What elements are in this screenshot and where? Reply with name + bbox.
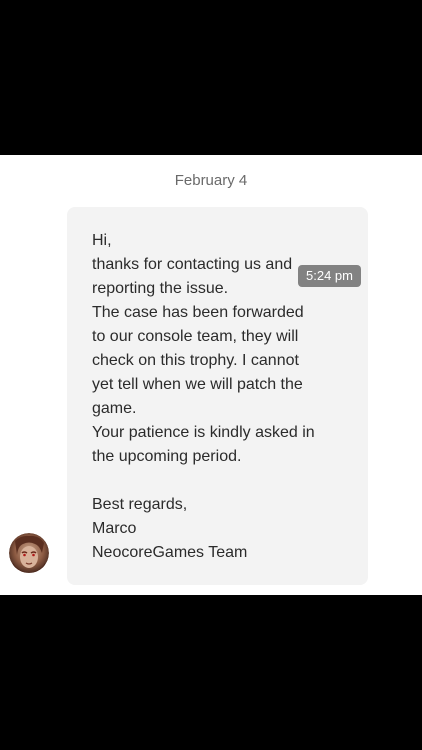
message-line: to our console team, they will bbox=[92, 328, 299, 345]
message-timestamp: 5:24 pm bbox=[298, 265, 361, 287]
message-line: yet tell when we will patch the bbox=[92, 376, 303, 393]
date-separator: February 4 bbox=[174, 172, 248, 189]
message-line: game. bbox=[92, 400, 137, 417]
message-line: the upcoming period. bbox=[92, 448, 242, 465]
screen: February 4 Hi, thanks for contacting us … bbox=[0, 0, 422, 750]
message-line: Marco bbox=[92, 520, 137, 537]
message-line: NeocoreGames Team bbox=[92, 544, 248, 561]
message-line: The case has been forwarded bbox=[92, 304, 304, 321]
message-line: Best regards, bbox=[92, 496, 188, 513]
message-line: Hi, bbox=[92, 232, 112, 249]
avatar-image bbox=[9, 533, 49, 573]
message-line: check on this trophy. I cannot bbox=[92, 352, 299, 369]
conversation-view: February 4 Hi, thanks for contacting us … bbox=[0, 155, 422, 595]
message-bubble[interactable]: Hi, thanks for contacting us and reporti… bbox=[67, 207, 368, 585]
avatar-icon[interactable] bbox=[9, 533, 49, 573]
message-line bbox=[92, 469, 362, 493]
message-line: Your patience is kindly asked in bbox=[92, 424, 315, 441]
